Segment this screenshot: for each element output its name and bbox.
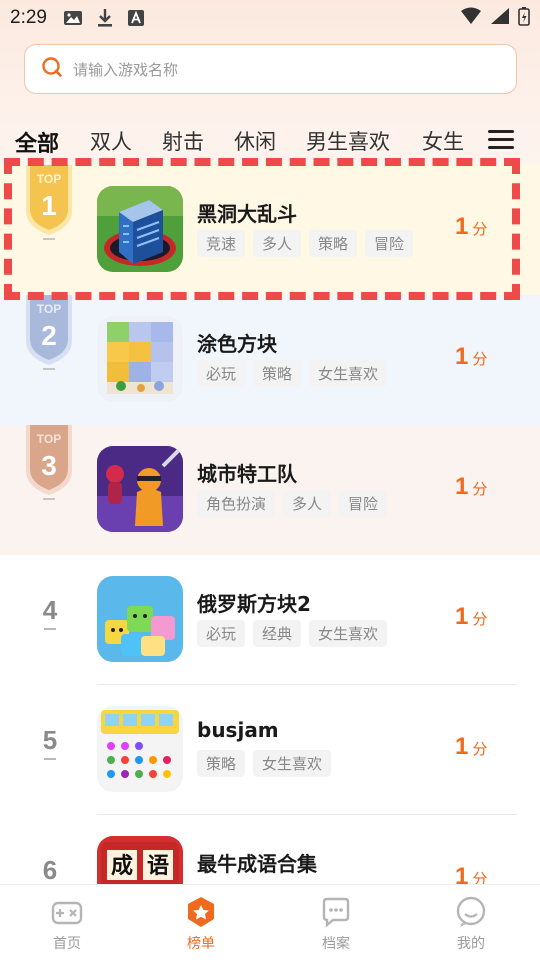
tag: 多人 [253,230,302,257]
rank-number: 4 [40,595,60,630]
badge-top-text: TOP [37,432,61,446]
tag-list: 竞速 多人 策略 冒险 [197,230,414,257]
score: 1分 [455,603,487,631]
game-name: 涂色方块 [197,332,277,356]
game-icon [97,316,183,402]
tag: 女生喜欢 [309,360,388,387]
nav-archive[interactable]: 档案 [296,895,376,953]
game-icon [97,446,183,532]
list-item[interactable]: TOP 1 黑洞大乱斗 竞速 多人 策略 冒险 1分 [0,165,540,295]
tag: 竞速 [197,230,246,257]
tag: 经典 [253,620,302,647]
ranking-icon [188,897,214,927]
search-icon [41,56,63,82]
tab-casual[interactable]: 休闲 [234,126,276,156]
tab-all[interactable]: 全部 [15,126,59,158]
icon-char: 成 [111,853,133,879]
tag: 策略 [197,750,246,777]
tag-list: 必玩 策略 女生喜欢 [197,360,388,387]
list-item[interactable]: 4 俄罗斯方块2 必玩 经典 女生喜欢 1分 [0,555,540,685]
search-input[interactable]: 请输入游戏名称 [24,44,517,94]
rank-text: 4 [42,595,58,625]
top-gold-badge: TOP 1 [22,165,76,243]
score-value: 1 [455,473,469,500]
list-item[interactable]: TOP 3 城市特工队 角色扮演 多人 冒险 1分 [0,425,540,555]
nav-label: 首页 [53,936,81,952]
score-value: 1 [455,213,469,240]
nav-label: 我的 [457,936,485,952]
icon-char: 语 [147,853,169,879]
top-silver-badge: TOP 2 [22,295,76,373]
gamepad-icon [51,901,83,925]
score-unit: 分 [472,480,488,498]
tag: 必玩 [197,620,246,647]
tag: 必玩 [197,360,246,387]
badge-top-text: TOP [37,302,61,316]
game-name: busjam [197,718,279,742]
nav-ranking[interactable]: 榜单 [161,895,241,953]
bottom-nav: 首页 榜单 档案 我的 [0,884,540,960]
game-name: 最牛成语合集 [197,852,317,876]
score: 1分 [455,473,487,501]
tab-boys-like[interactable]: 男生喜欢 [306,126,390,156]
rank-text: 6 [42,855,58,885]
tag: 角色扮演 [197,490,276,517]
score-value: 1 [455,733,469,760]
tag: 冒险 [339,490,388,517]
tag: 多人 [283,490,332,517]
score: 1分 [455,343,487,371]
rank-number: 5 [40,725,60,760]
status-bar: 2:29 [0,0,540,36]
tag: 女生喜欢 [309,620,388,647]
score: 1分 [455,733,487,761]
nav-home[interactable]: 首页 [27,895,107,953]
badge-rank-number: 3 [41,450,57,481]
game-name: 俄罗斯方块2 [197,592,311,616]
app-notification-icon [127,9,145,27]
image-icon [63,9,83,27]
game-name: 黑洞大乱斗 [197,202,297,226]
top-bronze-badge: TOP 3 [22,425,76,503]
tab-two-player[interactable]: 双人 [90,126,132,156]
status-time: 2:29 [10,7,47,28]
game-icon [97,186,183,272]
tab-girls[interactable]: 女生 [422,126,464,156]
list-item[interactable]: 5 busjam 策略 女生喜欢 1分 [0,685,540,815]
game-icon [97,706,183,792]
chat-icon [322,897,350,928]
score-unit: 分 [472,610,488,628]
category-tabs: 全部 双人 射击 休闲 男生喜欢 女生 [0,120,540,162]
score: 1分 [455,213,487,241]
nav-label: 榜单 [187,936,215,952]
nav-label: 档案 [322,936,350,952]
score-unit: 分 [472,220,488,238]
menu-icon[interactable] [488,130,514,152]
game-icon [97,576,183,662]
tag-list: 策略 女生喜欢 [197,750,332,777]
badge-rank-number: 1 [41,190,57,221]
tag: 女生喜欢 [253,750,332,777]
profile-icon [456,896,486,927]
battery-icon [518,6,530,30]
tag: 冒险 [365,230,414,257]
game-name: 城市特工队 [197,462,297,486]
wifi-icon [460,7,482,29]
score-unit: 分 [472,740,488,758]
search-placeholder: 请输入游戏名称 [73,60,179,79]
nav-profile[interactable]: 我的 [431,895,511,953]
score-value: 1 [455,603,469,630]
score-unit: 分 [472,350,488,368]
tag-list: 角色扮演 多人 冒险 [197,490,388,517]
tag: 策略 [309,230,358,257]
tab-shooting[interactable]: 射击 [162,126,204,156]
tag-list: 必玩 经典 女生喜欢 [197,620,388,647]
badge-rank-number: 2 [41,320,57,351]
signal-icon [490,7,510,29]
badge-top-text: TOP [37,172,61,186]
tag: 策略 [253,360,302,387]
rank-text: 5 [42,725,58,755]
download-icon [97,8,113,28]
list-item[interactable]: TOP 2 涂色方块 必玩 策略 女生喜欢 1 分 [0,295,540,425]
score-value: 1 [455,343,469,370]
